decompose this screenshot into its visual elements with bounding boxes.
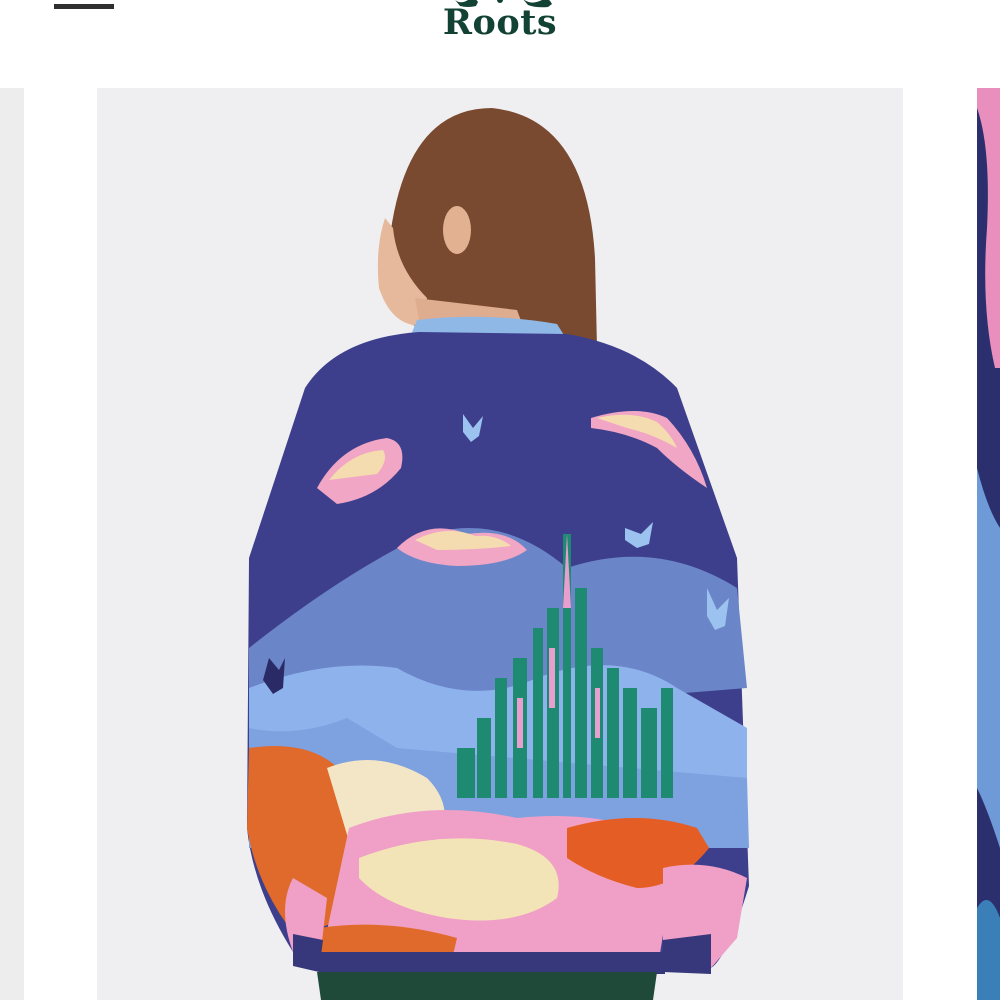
cardigan-back-view-image[interactable] (97, 88, 903, 1000)
product-image-carousel[interactable] (0, 88, 1000, 1000)
hamburger-menu-icon (54, 4, 114, 9)
menu-button[interactable] (52, 0, 116, 14)
previous-product-image[interactable] (0, 88, 24, 1000)
brand-wordmark: Roots (442, 2, 558, 43)
brand-logo[interactable]: Roots (430, 0, 570, 50)
site-header: Roots (0, 0, 1000, 60)
product-photo (247, 108, 749, 1000)
next-product-image[interactable] (977, 88, 1000, 1000)
